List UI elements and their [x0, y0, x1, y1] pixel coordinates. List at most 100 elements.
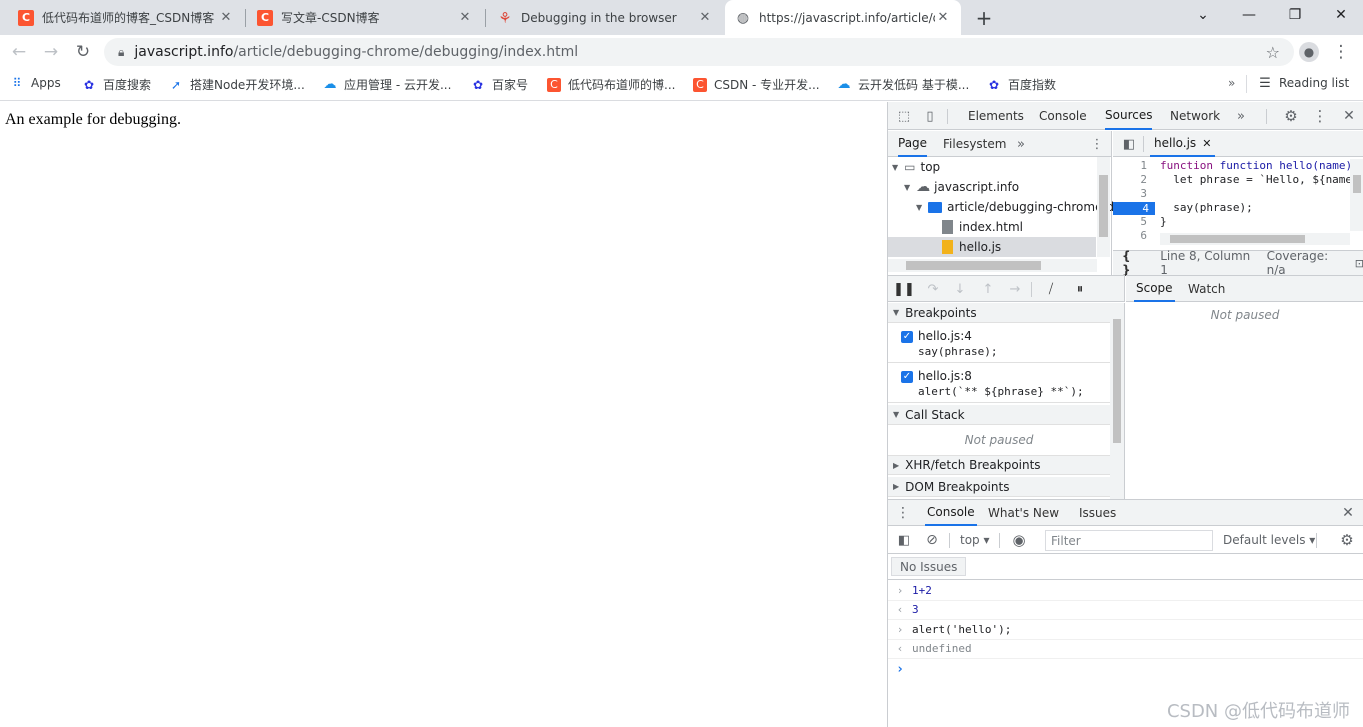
step-over-icon[interactable]: ↷	[922, 281, 944, 297]
bookmark-app-manage[interactable]: ☁ 应用管理 - 云开发...	[323, 76, 452, 93]
close-icon[interactable]: ✕	[697, 10, 713, 25]
more-tabs-icon[interactable]: »	[1014, 136, 1028, 152]
inspect-element-icon[interactable]: ⬚	[896, 108, 912, 124]
bookmark-csdn[interactable]: C CSDN - 专业开发...	[693, 76, 820, 93]
bookmark-baijiahao[interactable]: ✿ 百家号	[471, 76, 528, 93]
url-path: /article/debugging-chrome/debugging/inde…	[233, 44, 579, 60]
kebab-menu-icon[interactable]: ⋮	[1090, 136, 1104, 152]
expand-triangle-icon: ▼	[893, 308, 900, 317]
sidebar-vscrollbar[interactable]	[1110, 303, 1124, 499]
tab-scope[interactable]: Scope	[1134, 276, 1175, 302]
tab-sources[interactable]: Sources	[1105, 102, 1153, 130]
pause-on-exceptions-icon[interactable]: ⏸	[1072, 281, 1088, 297]
breakpoints-header[interactable]: ▼ Breakpoints	[888, 303, 1110, 323]
close-icon[interactable]: ✕	[457, 10, 473, 25]
profile-icon[interactable]: ●	[1296, 39, 1322, 65]
tab-csdn-blog[interactable]: C 低代码布道师的博客_CSDN博客 ✕	[8, 0, 244, 35]
deactivate-breakpoints-icon[interactable]: ⧸	[1042, 281, 1060, 297]
tree-item-folder[interactable]: ▼ article/debugging-chrome/d	[916, 197, 1114, 217]
close-icon[interactable]: ✕	[218, 10, 234, 25]
bookmark-lowcode-blog[interactable]: C 低代码布道师的博...	[547, 76, 675, 93]
call-stack-header[interactable]: ▼ Call Stack	[888, 405, 1110, 425]
minimize-button[interactable]: —	[1226, 0, 1272, 30]
device-toolbar-icon[interactable]: ▯	[922, 108, 938, 124]
context-select[interactable]: top ▾	[960, 533, 990, 547]
step-into-icon[interactable]: ↓	[952, 281, 968, 297]
reading-list-button[interactable]: ☰ Reading list	[1258, 76, 1349, 91]
filter-input[interactable]: Filter	[1045, 530, 1213, 551]
reload-button[interactable]: ↻	[70, 39, 96, 65]
coverage-toggle-icon[interactable]: ⊡	[1355, 257, 1363, 270]
drawer-tab-console[interactable]: Console	[925, 500, 977, 526]
pretty-print-icon[interactable]: { }	[1122, 249, 1142, 277]
checkbox[interactable]: ✓	[901, 371, 913, 383]
restore-button[interactable]: ❐	[1272, 0, 1318, 30]
back-button[interactable]: ←	[6, 39, 32, 65]
xhr-breakpoints-header[interactable]: ▶ XHR/fetch Breakpoints	[888, 455, 1110, 475]
tree-item-domain[interactable]: ▼ ☁ javascript.info	[904, 177, 1019, 197]
tree-item-index-html[interactable]: index.html	[942, 217, 1023, 237]
bookmark-apps[interactable]: ⠿ Apps	[10, 76, 61, 90]
close-window-button[interactable]: ✕	[1318, 0, 1363, 30]
tab-search-button[interactable]: ⌄	[1180, 0, 1226, 30]
tab-elements[interactable]: Elements	[968, 102, 1024, 130]
more-tabs-icon[interactable]: »	[1234, 108, 1248, 124]
toggle-navigator-icon[interactable]: ◧	[1121, 136, 1137, 152]
tab-watch[interactable]: Watch	[1188, 276, 1225, 302]
menu-kebab-icon[interactable]: ⋮	[1328, 39, 1354, 65]
address-bar[interactable]: 🔒︎ javascript.info/article/debugging-chr…	[104, 38, 1294, 66]
drawer-tab-whats-new[interactable]: What's New	[988, 500, 1059, 526]
tree-item-top[interactable]: ▼ ▭ top	[892, 157, 940, 177]
tab-page[interactable]: Page	[898, 131, 928, 157]
log-levels-dropdown[interactable]: Default levels ▾	[1223, 533, 1315, 547]
code-line-4: say(phrase);	[1160, 201, 1253, 214]
close-icon[interactable]: ✕	[1202, 137, 1211, 150]
editor-vscrollbar[interactable]	[1350, 159, 1363, 231]
tab-debugging[interactable]: ⚘ Debugging in the browser ✕	[487, 0, 723, 35]
editor-file-tab[interactable]: hello.js ✕	[1150, 131, 1216, 157]
breakpoint-item[interactable]: ✓ hello.js:8 alert(`** ${phrase} **`);	[888, 364, 1110, 403]
bookmark-baidu-index[interactable]: ✿ 百度指数	[987, 76, 1056, 93]
breakpoint-item[interactable]: ✓ hello.js:4 say(phrase);	[888, 324, 1110, 363]
console-prompt[interactable]: ›	[888, 659, 1363, 679]
bookmark-cloud-lowcode[interactable]: ☁ 云开发低码 基于模...	[837, 76, 970, 93]
checkbox[interactable]: ✓	[901, 331, 913, 343]
new-tab-button[interactable]: +	[972, 6, 996, 30]
kebab-menu-icon[interactable]: ⋮	[1311, 107, 1329, 125]
tab-console[interactable]: Console	[1039, 102, 1087, 130]
tab-network[interactable]: Network	[1170, 102, 1220, 130]
tab-title: 写文章-CSDN博客	[281, 11, 380, 25]
close-icon[interactable]: ✕	[935, 10, 951, 25]
settings-gear-icon[interactable]: ⚙	[1338, 531, 1356, 549]
settings-gear-icon[interactable]: ⚙	[1282, 107, 1300, 125]
eye-icon[interactable]: ◉	[1010, 531, 1028, 549]
bookmark-node-env[interactable]: ➚ 搭建Node开发环境...	[169, 76, 305, 93]
close-devtools-icon[interactable]: ✕	[1340, 107, 1358, 125]
breakpoint-marker[interactable]: 4	[1113, 202, 1155, 215]
tree-item-hello-js[interactable]: hello.js	[888, 237, 1096, 257]
close-drawer-icon[interactable]: ✕	[1340, 505, 1356, 521]
rocket-icon: ➚	[170, 77, 182, 92]
apps-grid-icon: ⠿	[12, 76, 22, 90]
tree-hscrollbar[interactable]	[888, 259, 1097, 272]
step-icon[interactable]: →	[1006, 281, 1024, 297]
tab-filesystem[interactable]: Filesystem	[943, 131, 1006, 157]
no-issues-button[interactable]: No Issues	[891, 557, 967, 576]
bookmark-star-icon[interactable]: ☆	[1266, 43, 1280, 62]
bookmark-baidu-search[interactable]: ✿ 百度搜索	[82, 76, 151, 93]
pause-icon[interactable]: ❚❚	[893, 281, 915, 297]
baidu-paw-icon: ✿	[472, 77, 484, 92]
forward-button[interactable]: →	[38, 39, 64, 65]
sidebar-toggle-icon[interactable]: ◧	[896, 532, 912, 548]
drawer-tab-issues[interactable]: Issues	[1079, 500, 1116, 526]
tab-active-article[interactable]: ◍ https://javascript.info/article/d ✕	[725, 0, 961, 35]
tab-write-article[interactable]: C 写文章-CSDN博客 ✕	[247, 0, 483, 35]
kebab-menu-icon[interactable]: ⋮	[896, 505, 910, 521]
code-editor[interactable]: 1 2 3 4 5 6 function function hello(name…	[1113, 159, 1363, 249]
dom-breakpoints-header[interactable]: ▶ DOM Breakpoints	[888, 477, 1110, 497]
editor-hscrollbar[interactable]	[1160, 233, 1350, 245]
tree-vscrollbar[interactable]	[1097, 157, 1110, 257]
clear-console-icon[interactable]: ⊘	[924, 532, 940, 548]
step-out-icon[interactable]: ↑	[980, 281, 996, 297]
bookmarks-overflow-icon[interactable]: »	[1228, 76, 1235, 90]
